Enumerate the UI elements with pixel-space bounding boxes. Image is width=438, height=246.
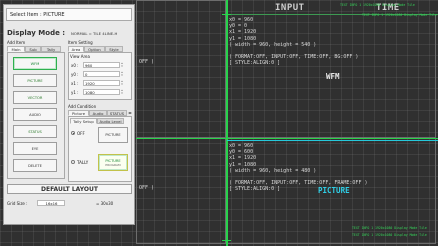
display-mode-label: Display Mode : — [7, 29, 66, 37]
cond-tally-picture-button[interactable]: PICTURE PROGRAM — [98, 154, 128, 171]
y0-label: y0 : — [71, 72, 79, 77]
info-text-bottom-2: TEXT INFO 1 1920x1080 Display Mode Tile — [352, 233, 427, 237]
divider-horizontal[interactable] — [136, 138, 438, 139]
tile-left-upper[interactable] — [136, 0, 226, 138]
cond-off-picture-button[interactable]: PICTURE — [98, 127, 128, 143]
cond-tally-radio[interactable] — [71, 160, 75, 164]
info-text-bottom: TEXT INFO 1 1920x1080 Display Mode Tile — [352, 226, 427, 230]
y1-label: y1 : — [71, 90, 79, 95]
left-tile-stub-top: OFF ) — [139, 59, 155, 65]
tile-left-lower[interactable] — [136, 138, 226, 244]
display-mode-value[interactable]: NORMAL = TILE 4LINE-H — [71, 31, 117, 36]
grid-size-input[interactable]: 16x16 — [37, 200, 65, 206]
add-item-label: Add Item — [7, 40, 26, 45]
condition-group — [68, 116, 132, 182]
x0-input[interactable]: 960 — [83, 62, 120, 68]
add-picture-button[interactable]: PICTURE — [13, 74, 57, 87]
info-text-top-2: TEXT INFO 1 1920x1080 Display Mode Tile — [362, 13, 437, 17]
wfm-label: WFM — [326, 72, 340, 81]
wfm-coord-line: [ STYLE:ALIGN:0 ] — [229, 60, 281, 67]
grid-size-equivalent: = 30x30 — [96, 201, 114, 206]
item-setting-label: Item Setting — [68, 40, 93, 45]
view-area-label: View Area — [70, 54, 90, 59]
corner-handle-bottom[interactable] — [222, 236, 231, 245]
left-tile-stub-bottom: OFF ) — [139, 185, 155, 191]
add-eye-button[interactable]: EYE — [13, 142, 57, 155]
y0-spinner[interactable]: ▴ ▾ — [120, 71, 124, 77]
add-wfm-button[interactable]: WFM — [13, 57, 57, 70]
delete-button[interactable]: DELETE — [13, 159, 57, 172]
cursor-guide — [226, 140, 438, 141]
y1-spinner[interactable]: ▴ ▾ — [120, 89, 124, 95]
x0-label: x0 : — [71, 63, 79, 68]
x0-spinner[interactable]: ▴ ▾ — [120, 62, 124, 68]
cond-off-label: OFF — [77, 131, 85, 136]
cond-tally-sub-label: PROGRAM — [105, 162, 121, 167]
tab-audio-level[interactable]: Audio Level — [97, 118, 124, 124]
y1-input[interactable]: 1080 — [83, 89, 120, 95]
wfm-coordinates: x0 = 960 y0 = 0 x1 = 1920 y1 = 1080( width … — [229, 17, 358, 67]
corner-handle-mid[interactable] — [222, 134, 231, 143]
divider-vertical[interactable] — [226, 0, 228, 246]
y0-input[interactable]: 0 — [83, 71, 120, 77]
x1-label: x1 : — [71, 81, 79, 86]
grid-size-label: Grid Size : — [7, 201, 28, 206]
x1-input[interactable]: 1920 — [83, 80, 120, 86]
select-item-box: Select Item : PICTURE — [6, 8, 132, 21]
x1-spinner[interactable]: ▴ ▾ — [120, 80, 124, 86]
default-layout-button[interactable]: DEFAULT LAYOUT — [7, 184, 132, 194]
info-text-top: TEXT INFO 1 1920x1080 Display Mode Tile — [340, 3, 415, 7]
add-status-button[interactable]: STATUS — [13, 125, 57, 138]
add-vector-button[interactable]: VECTOR — [13, 91, 57, 104]
cond-tally-label: TALLY — [77, 160, 89, 165]
cond-off-radio[interactable] — [71, 131, 75, 135]
cond-tabs-more-icon[interactable]: ◂▸ — [128, 110, 132, 115]
picture-label: PICTURE — [318, 186, 350, 195]
select-item-label: Select Item : PICTURE — [10, 12, 65, 18]
layout-settings-panel: Select Item : PICTURE Display Mode : NOR… — [3, 4, 135, 225]
tab-tally-setup[interactable]: Tally Setup — [70, 118, 97, 124]
add-audio-button[interactable]: AUDIO — [13, 108, 57, 121]
input-title: INPUT — [275, 3, 305, 13]
add-condition-label: Add Condition — [68, 104, 97, 109]
